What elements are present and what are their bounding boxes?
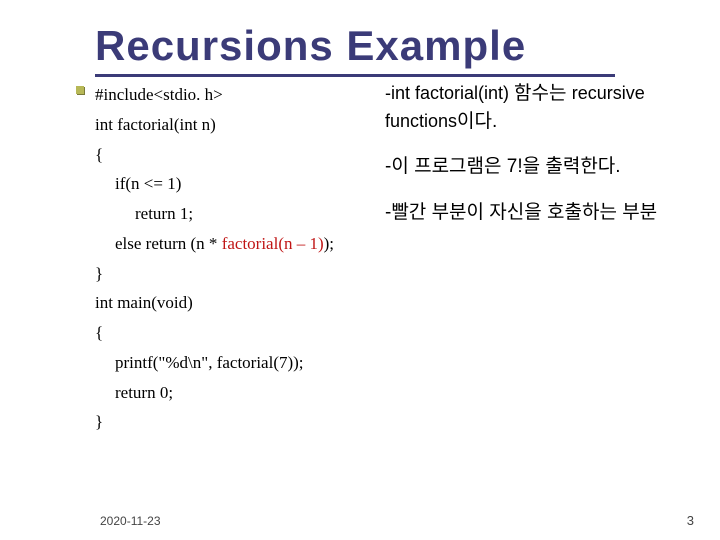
code-line: {: [95, 140, 375, 170]
content-area: #include<stdio. h> int factorial(int n) …: [95, 80, 665, 437]
note-block: -이 프로그램은 7!을 출력한다.: [385, 153, 665, 181]
code-text: else return (n *: [115, 234, 222, 253]
note-text: 함수는: [514, 83, 572, 104]
note-block: -빨간 부분이 자신을 호출하는 부분: [385, 199, 665, 227]
title-block: Recursions Example: [95, 22, 625, 77]
code-column: #include<stdio. h> int factorial(int n) …: [95, 80, 375, 437]
code-line: if(n <= 1): [95, 169, 375, 199]
code-line: printf("%d\n", factorial(7));: [95, 348, 375, 378]
footer-page-number: 3: [687, 513, 694, 528]
note-text: 이다.: [457, 111, 497, 132]
bullet-icon: [76, 86, 84, 94]
code-line: #include<stdio. h>: [95, 80, 375, 110]
code-line: return 0;: [95, 378, 375, 408]
code-line: int factorial(int n): [95, 110, 375, 140]
code-line: {: [95, 318, 375, 348]
title-underline: [95, 74, 615, 77]
footer-date: 2020-11-23: [100, 514, 161, 528]
code-line: else return (n * factorial(n – 1));: [95, 229, 375, 259]
notes-column: -int factorial(int) 함수는 recursive functi…: [375, 80, 665, 437]
code-line: }: [95, 259, 375, 289]
slide: Recursions Example #include<stdio. h> in…: [0, 0, 720, 540]
recursive-call: factorial(n – 1): [222, 234, 324, 253]
code-line: }: [95, 407, 375, 437]
code-line: return 1;: [95, 199, 375, 229]
note-block: -int factorial(int) 함수는 recursive functi…: [385, 80, 665, 135]
note-text: -int factorial(int): [385, 83, 514, 103]
code-line: int main(void): [95, 288, 375, 318]
slide-title: Recursions Example: [95, 22, 625, 70]
code-text: );: [324, 234, 334, 253]
